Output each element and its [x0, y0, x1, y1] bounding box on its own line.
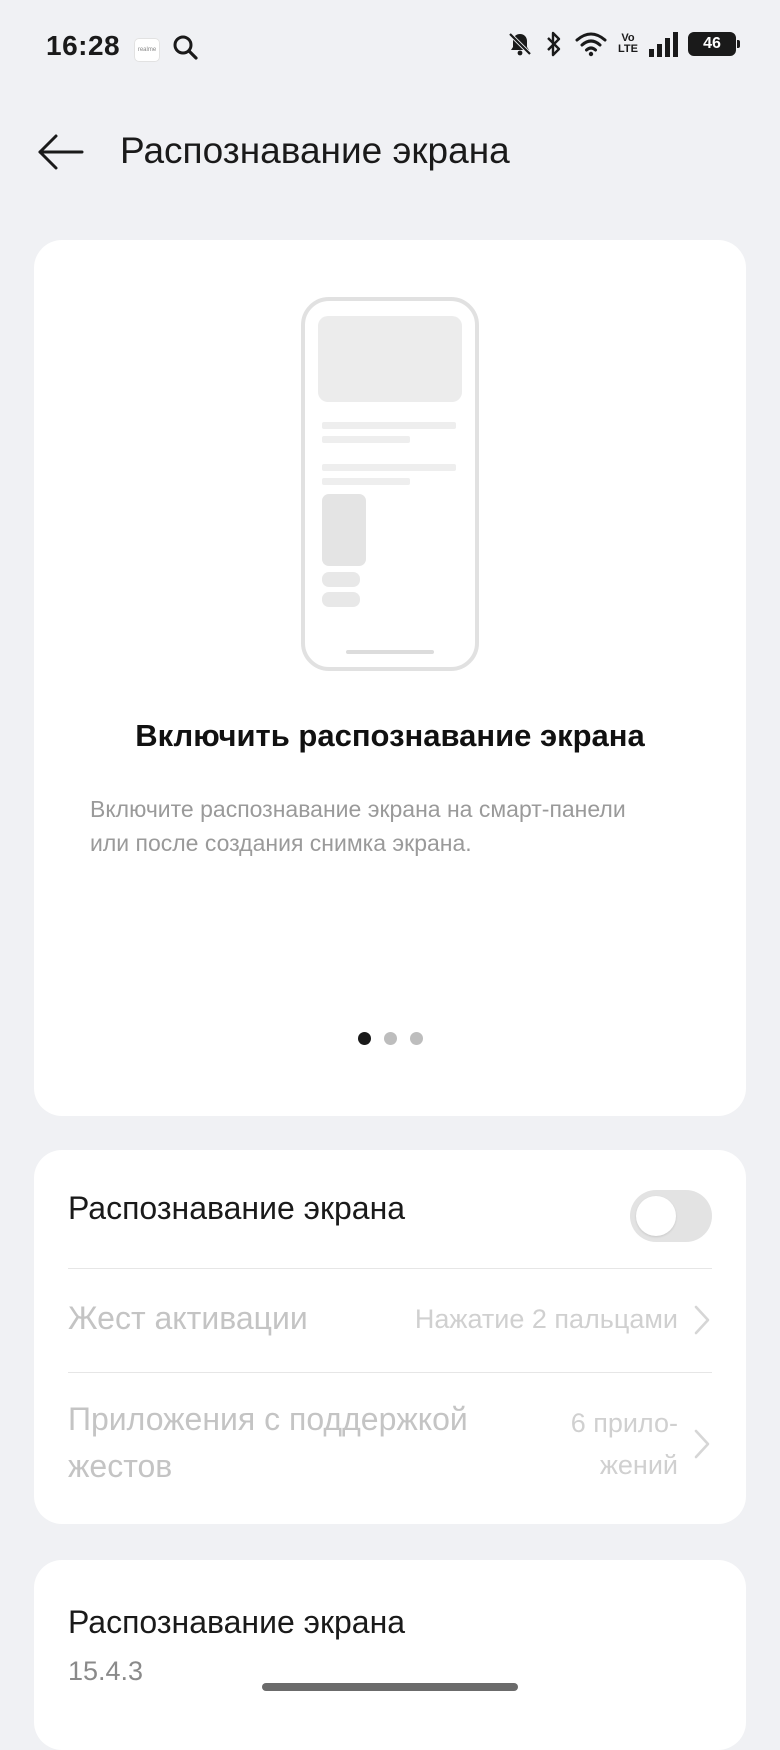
gesture-apps-label: Приложения с поддержкой жестов [68, 1396, 468, 1490]
onboarding-description: Включите распознавание экрана на смарт-п… [90, 796, 626, 856]
wifi-icon [574, 30, 608, 58]
page-dot[interactable] [383, 1032, 397, 1045]
battery-level: 46 [703, 35, 721, 52]
screen-recognition-label: Распознавание экрана [68, 1190, 406, 1226]
screen-recognition-toggle[interactable] [630, 1190, 712, 1242]
page-indicator[interactable] [34, 1032, 746, 1045]
gesture-apps-value: 6 прило- жений [571, 1402, 678, 1486]
gesture-apps-value-line2: жений [599, 1450, 678, 1480]
page-dot-active[interactable] [357, 1032, 371, 1045]
bluetooth-icon [544, 30, 564, 58]
home-indicator[interactable] [262, 1683, 518, 1691]
arrow-left-icon [38, 134, 84, 170]
header: Распознавание экрана [0, 110, 780, 194]
battery-icon: 46 [688, 32, 740, 56]
bell-muted-icon [506, 30, 534, 58]
status-bar: 16:28 realme Vo LTE 46 [0, 0, 780, 96]
signal-icon [648, 31, 678, 57]
version-info-title: Распознавание экрана [68, 1604, 406, 1640]
settings-card: Распознавание экрана Жест активации Нажа… [34, 1150, 746, 1524]
page-dot[interactable] [409, 1032, 423, 1045]
volte-icon: Vo LTE [618, 33, 638, 55]
screen-recognition-row[interactable]: Распознавание экрана [68, 1150, 712, 1268]
app-notification-icon: realme [134, 37, 160, 62]
activation-gesture-value: Нажатие 2 пальцами [414, 1304, 678, 1334]
page-title: Распознавание экрана [120, 130, 510, 171]
version-info-card: Распознавание экрана 15.4.3 [34, 1560, 746, 1750]
search-icon [172, 34, 198, 65]
back-button[interactable] [32, 128, 88, 176]
gesture-apps-label-line1: Приложения с поддержкой [68, 1401, 468, 1437]
status-time: 16:28 [46, 30, 121, 61]
gesture-apps-row: Приложения с поддержкой жестов 6 прило- … [68, 1372, 712, 1524]
onboarding-title: Включить распознавание экрана [135, 718, 645, 753]
status-left-icons: realme [134, 34, 198, 65]
volte-bottom-label: LTE [618, 43, 638, 55]
version-number: 15.4.3 [68, 1656, 144, 1686]
gesture-apps-value-line1: 6 прило- [570, 1408, 678, 1438]
gesture-apps-label-line2: жестов [68, 1448, 173, 1484]
chevron-right-icon [694, 1305, 710, 1335]
onboarding-card[interactable]: Включить распознавание экрана Включите р… [34, 240, 746, 1116]
chevron-right-icon [694, 1429, 710, 1459]
activation-gesture-label: Жест активации [68, 1300, 308, 1336]
toggle-knob [636, 1196, 676, 1236]
phone-illustration [301, 297, 479, 671]
activation-gesture-row: Жест активации Нажатие 2 пальцами [68, 1268, 712, 1372]
status-right-icons: Vo LTE 46 [506, 30, 740, 58]
